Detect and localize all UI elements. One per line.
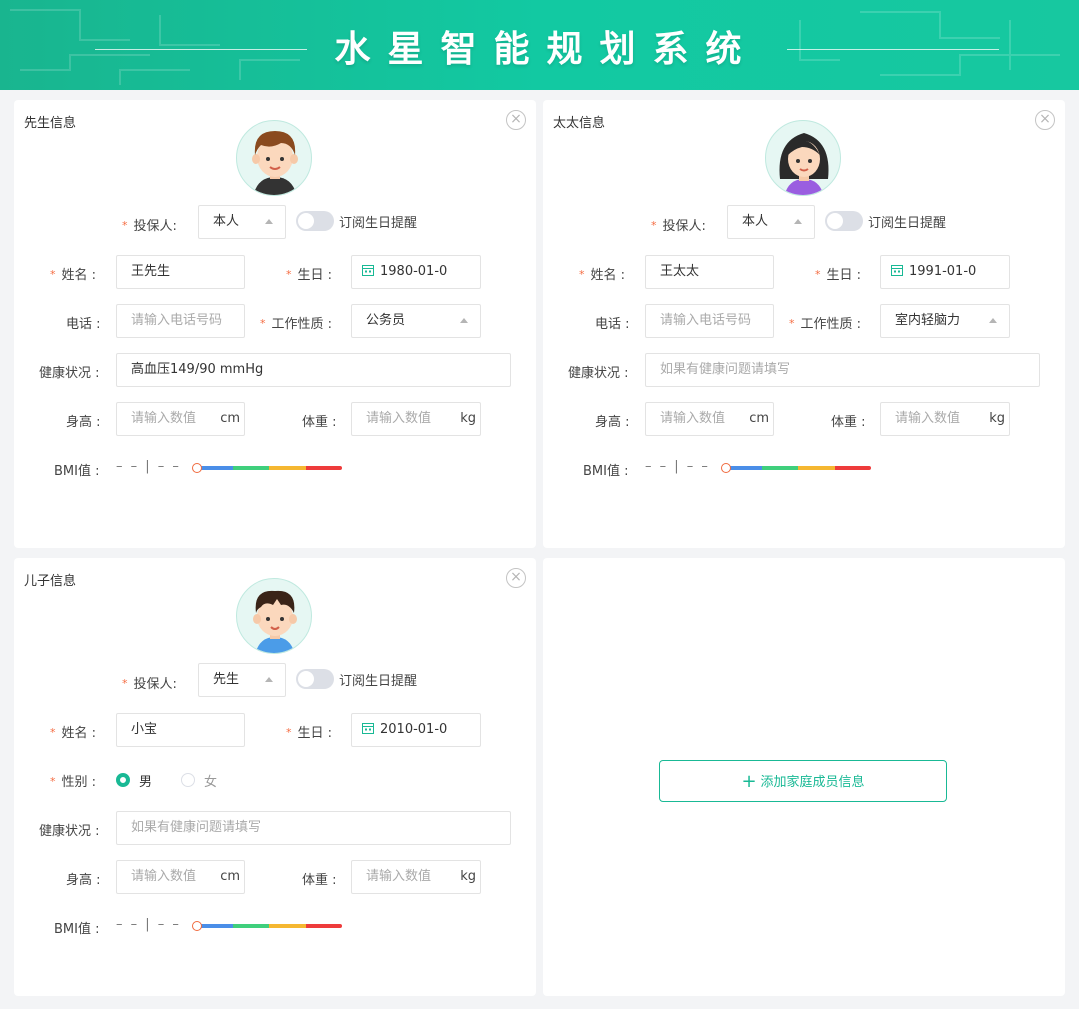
health-input[interactable]: 如果有健康问题请填写 [116,811,511,845]
gender-option-male[interactable]: 男 [139,771,152,790]
male-avatar-icon [236,120,312,196]
bmi-value: – – | – – [645,459,710,474]
card-title: 先生信息 [24,116,77,131]
gender-option-female[interactable]: 女 [204,771,217,790]
add-family-member-button[interactable]: + 添加家庭成员信息 [659,760,947,802]
phone-label: 电话 : [595,317,630,332]
name-label: * 姓名 : [50,726,97,741]
boy-avatar-icon [236,578,312,654]
caret-up-icon [989,318,997,323]
bmi-label: BMI值 : [54,922,100,937]
insured-label: * 投保人: [651,219,706,234]
header-rule-right [787,49,999,50]
insured-label: * 投保人: [122,677,177,692]
job-label: * 工作性质 : [260,317,333,332]
bmi-label: BMI值 : [583,464,629,479]
phone-label: 电话 : [66,317,101,332]
name-input[interactable]: 小宝 [116,713,245,747]
health-input[interactable]: 如果有健康问题请填写 [645,353,1040,387]
birthday-reminder-toggle[interactable] [825,211,863,231]
insured-select[interactable]: 先生 [198,663,286,697]
gender-label: * 性别 : [50,775,97,790]
add-member-card: + 添加家庭成员信息 [543,558,1065,996]
bmi-slider-handle[interactable] [192,921,202,931]
job-label: * 工作性质 : [789,317,862,332]
calendar-icon [891,265,903,276]
close-icon[interactable]: × [506,568,526,588]
insured-select[interactable]: 本人 [727,205,815,239]
weight-input[interactable]: 请输入数值 kg [351,402,481,436]
weight-label: 体重 : [302,415,337,430]
calendar-icon [362,723,374,734]
son-card: 儿子信息 × * 投保人: 先生 订阅生日提醒 * 姓名 : 小宝 * 生日 : 20… [14,558,536,996]
caret-up-icon [265,677,273,682]
bmi-slider-handle[interactable] [192,463,202,473]
app-title: 水星智能规划系统 [334,29,759,70]
birthday-reminder-toggle[interactable] [296,669,334,689]
health-input[interactable]: 高血压149/90 mmHg [116,353,511,387]
weight-label: 体重 : [302,873,337,888]
caret-up-icon [460,318,468,323]
job-select[interactable]: 室内轻脑力 [880,304,1010,338]
birthday-reminder-label: 订阅生日提醒 [868,216,947,231]
bmi-value: – – | – – [116,459,181,474]
height-input[interactable]: 请输入数值 cm [116,402,245,436]
caret-up-icon [265,219,273,224]
gender-radio-female[interactable] [181,773,195,787]
bmi-scale [196,924,342,928]
health-label: 健康状况 : [39,366,100,381]
height-label: 身高 : [595,415,630,430]
card-title: 儿子信息 [24,574,77,589]
calendar-icon [362,265,374,276]
birthday-reminder-toggle[interactable] [296,211,334,231]
plus-icon: + [741,771,757,792]
name-label: * 姓名 : [579,268,626,283]
gender-radio-male[interactable] [116,773,130,787]
weight-label: 体重 : [831,415,866,430]
bmi-slider-handle[interactable] [721,463,731,473]
job-select[interactable]: 公务员 [351,304,481,338]
phone-input[interactable]: 请输入电话号码 [645,304,774,338]
card-title: 太太信息 [553,116,606,131]
wife-card: 太太信息 × * 投保人: 本人 订阅生日提醒 * 姓名 : 王太太 * 生日 : 1… [543,100,1065,548]
name-input[interactable]: 王太太 [645,255,774,289]
birthday-picker[interactable]: 1980-01-0 [351,255,481,289]
birthday-reminder-label: 订阅生日提醒 [339,216,418,231]
insured-select[interactable]: 本人 [198,205,286,239]
husband-card: 先生信息 × * 投保人: 本人 订阅生日提醒 * 姓名 : 王先生 * 生日 : 1… [14,100,536,548]
close-icon[interactable]: × [506,110,526,130]
height-input[interactable]: 请输入数值 cm [116,860,245,894]
birthday-label: * 生日 : [286,268,333,283]
height-label: 身高 : [66,873,101,888]
birthday-picker[interactable]: 2010-01-0 [351,713,481,747]
weight-input[interactable]: 请输入数值 kg [880,402,1010,436]
caret-up-icon [794,219,802,224]
height-label: 身高 : [66,415,101,430]
birthday-label: * 生日 : [286,726,333,741]
app-header: 水星智能规划系统 [0,0,1079,90]
name-label: * 姓名 : [50,268,97,283]
health-label: 健康状况 : [39,824,100,839]
birthday-reminder-label: 订阅生日提醒 [339,674,418,689]
insured-label: * 投保人: [122,219,177,234]
phone-input[interactable]: 请输入电话号码 [116,304,245,338]
health-label: 健康状况 : [568,366,629,381]
bmi-value: – – | – – [116,917,181,932]
bmi-scale [196,466,342,470]
close-icon[interactable]: × [1035,110,1055,130]
birthday-picker[interactable]: 1991-01-0 [880,255,1010,289]
female-avatar-icon [765,120,841,196]
birthday-label: * 生日 : [815,268,862,283]
bmi-label: BMI值 : [54,464,100,479]
name-input[interactable]: 王先生 [116,255,245,289]
bmi-scale [725,466,871,470]
height-input[interactable]: 请输入数值 cm [645,402,774,436]
weight-input[interactable]: 请输入数值 kg [351,860,481,894]
